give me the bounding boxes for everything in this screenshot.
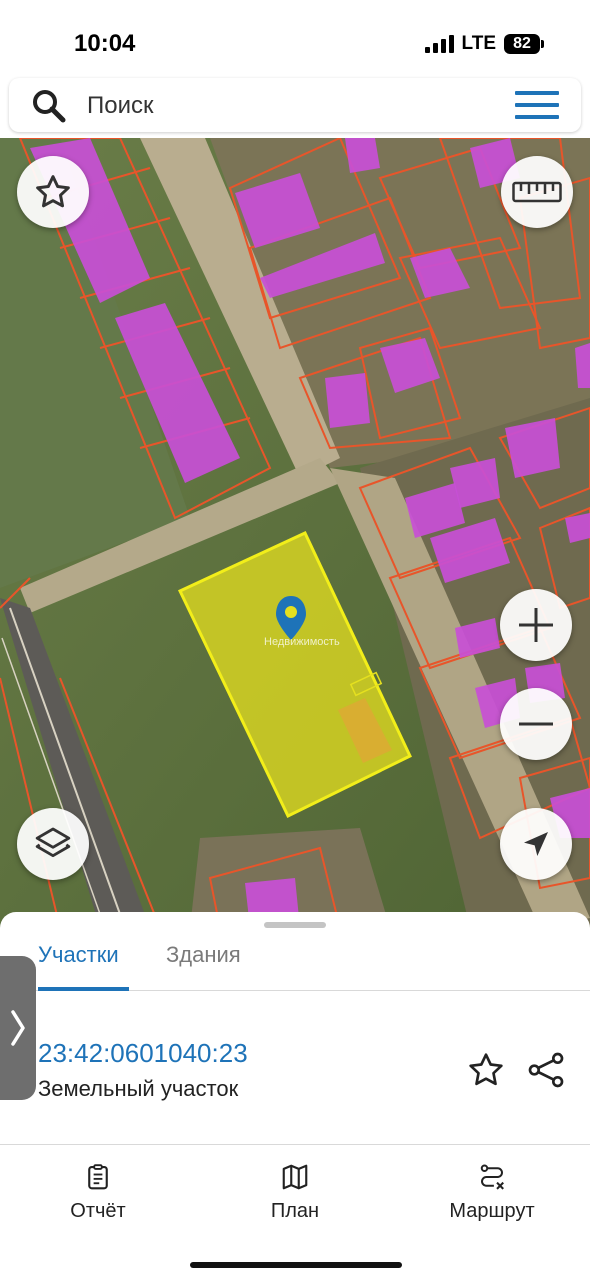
ruler-button[interactable] (501, 156, 573, 228)
parcel-type: Земельный участок (38, 1076, 239, 1101)
divider (0, 1144, 590, 1145)
map-view[interactable]: Недвижимость (0, 138, 590, 928)
plus-icon (519, 608, 553, 642)
search-icon (33, 90, 66, 123)
layers-button[interactable] (17, 808, 89, 880)
route-icon (480, 1164, 504, 1190)
tab-parcels[interactable]: Участки (38, 942, 119, 968)
chevron-right-icon (11, 1010, 25, 1046)
minus-icon (519, 722, 553, 726)
star-icon[interactable] (466, 1050, 506, 1090)
sheet-tabs: Участки Здания (0, 928, 590, 991)
ruler-icon (512, 181, 562, 203)
search-bar[interactable]: Поиск (9, 78, 581, 132)
battery-level: 82 (504, 34, 540, 54)
zoom-out-button[interactable] (500, 688, 572, 760)
navigation-arrow-icon (524, 832, 548, 856)
status-bar: 10:04 LTE 82 (0, 0, 590, 76)
parcel-cadastral-number[interactable]: 23:42:0601040:23 (38, 1038, 248, 1069)
nav-report[interactable]: Отчёт (68, 1162, 128, 1223)
share-icon[interactable] (526, 1050, 566, 1090)
active-tab-indicator (38, 987, 129, 991)
menu-icon[interactable] (515, 88, 559, 122)
zoom-in-button[interactable] (500, 589, 572, 661)
status-time: 10:04 (74, 30, 136, 57)
nav-route[interactable]: Маршрут (446, 1162, 538, 1223)
favorite-map-button[interactable] (17, 156, 89, 228)
search-input[interactable]: Поиск (87, 92, 154, 120)
signal-icon (424, 35, 454, 53)
clipboard-icon (88, 1164, 108, 1190)
bottom-navigation: Отчёт План Маршрут (0, 1148, 590, 1280)
home-indicator (190, 1262, 402, 1268)
star-icon (36, 175, 70, 208)
nav-plan-label: План (270, 1200, 320, 1222)
nav-route-label: Маршрут (449, 1200, 535, 1222)
battery-icon: 82 (504, 34, 544, 54)
nav-plan[interactable]: План (265, 1162, 325, 1223)
map-watermark: Недвижимость (264, 636, 340, 648)
map-icon (282, 1164, 308, 1190)
tab-buildings[interactable]: Здания (166, 942, 241, 968)
nav-report-label: Отчёт (70, 1200, 126, 1222)
my-location-button[interactable] (500, 808, 572, 880)
network-label: LTE (461, 33, 496, 54)
side-panel-handle[interactable] (0, 956, 36, 1100)
layers-icon (35, 827, 71, 858)
status-indicators: LTE 82 (424, 33, 544, 55)
